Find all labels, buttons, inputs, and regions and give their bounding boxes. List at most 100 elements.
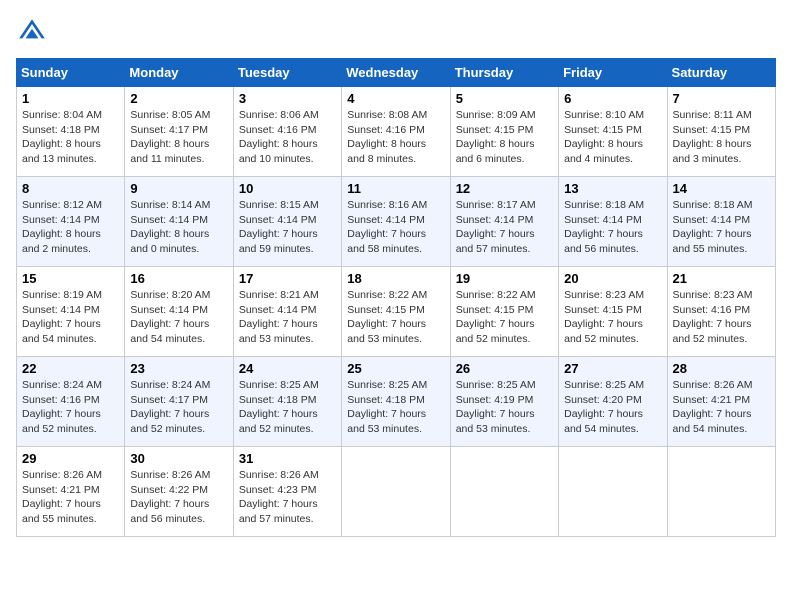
day-info: Sunrise: 8:10 AM Sunset: 4:15 PM Dayligh… — [564, 108, 661, 167]
calendar-cell: 4Sunrise: 8:08 AM Sunset: 4:16 PM Daylig… — [342, 87, 450, 177]
calendar-cell — [450, 447, 558, 537]
calendar-cell: 26 Sunrise: 8:25 AM Sunset: 4:19 PM Dayli… — [450, 357, 558, 447]
day-info: Sunrise: 8:11 AM Sunset: 4:15 PM Dayligh… — [673, 108, 770, 167]
week-row-2: 8 Sunrise: 8:12 AM Sunset: 4:14 PM Daylig… — [17, 177, 776, 267]
day-info: Sunrise: 8:18 AM Sunset: 4:14 PM Dayligh… — [564, 198, 661, 257]
day-info: Sunrise: 8:12 AM Sunset: 4:14 PM Dayligh… — [22, 198, 119, 257]
day-info: Sunrise: 8:20 AM Sunset: 4:14 PM Dayligh… — [130, 288, 227, 347]
calendar-cell: 22 Sunrise: 8:24 AM Sunset: 4:16 PM Dayli… — [17, 357, 125, 447]
calendar-cell: 24 Sunrise: 8:25 AM Sunset: 4:18 PM Dayli… — [233, 357, 341, 447]
page-header — [16, 16, 776, 48]
day-number: 10 — [239, 181, 336, 196]
day-number: 8 — [22, 181, 119, 196]
week-row-1: 1 Sunrise: 8:04 AM Sunset: 4:18 PM Daylig… — [17, 87, 776, 177]
calendar-cell — [342, 447, 450, 537]
day-info: Sunrise: 8:25 AM Sunset: 4:19 PM Dayligh… — [456, 378, 553, 437]
week-row-3: 15 Sunrise: 8:19 AM Sunset: 4:14 PM Dayli… — [17, 267, 776, 357]
calendar-cell: 25Sunrise: 8:25 AM Sunset: 4:18 PM Dayli… — [342, 357, 450, 447]
calendar-cell: 30 Sunrise: 8:26 AM Sunset: 4:22 PM Dayli… — [125, 447, 233, 537]
day-number: 15 — [22, 271, 119, 286]
day-header-friday: Friday — [559, 59, 667, 87]
day-info: Sunrise: 8:26 AM Sunset: 4:22 PM Dayligh… — [130, 468, 227, 527]
day-header-row: SundayMondayTuesdayWednesdayThursdayFrid… — [17, 59, 776, 87]
day-number: 24 — [239, 361, 336, 376]
day-number: 22 — [22, 361, 119, 376]
day-number: 3 — [239, 91, 336, 106]
day-number: 20 — [564, 271, 661, 286]
day-info: Sunrise: 8:19 AM Sunset: 4:14 PM Dayligh… — [22, 288, 119, 347]
day-number: 1 — [22, 91, 119, 106]
day-number: 2 — [130, 91, 227, 106]
calendar-cell: 7 Sunrise: 8:11 AM Sunset: 4:15 PM Daylig… — [667, 87, 775, 177]
day-number: 11 — [347, 181, 444, 196]
day-header-saturday: Saturday — [667, 59, 775, 87]
calendar-cell: 29 Sunrise: 8:26 AM Sunset: 4:21 PM Dayli… — [17, 447, 125, 537]
day-info: Sunrise: 8:16 AM Sunset: 4:14 PM Dayligh… — [347, 198, 444, 257]
day-info: Sunrise: 8:05 AM Sunset: 4:17 PM Dayligh… — [130, 108, 227, 167]
day-info: Sunrise: 8:26 AM Sunset: 4:21 PM Dayligh… — [673, 378, 770, 437]
day-info: Sunrise: 8:17 AM Sunset: 4:14 PM Dayligh… — [456, 198, 553, 257]
day-header-wednesday: Wednesday — [342, 59, 450, 87]
day-info: Sunrise: 8:04 AM Sunset: 4:18 PM Dayligh… — [22, 108, 119, 167]
day-number: 27 — [564, 361, 661, 376]
day-number: 6 — [564, 91, 661, 106]
calendar-cell — [559, 447, 667, 537]
calendar-cell: 14 Sunrise: 8:18 AM Sunset: 4:14 PM Dayli… — [667, 177, 775, 267]
day-info: Sunrise: 8:08 AM Sunset: 4:16 PM Dayligh… — [347, 108, 444, 167]
day-number: 13 — [564, 181, 661, 196]
calendar-cell — [667, 447, 775, 537]
day-info: Sunrise: 8:22 AM Sunset: 4:15 PM Dayligh… — [347, 288, 444, 347]
day-info: Sunrise: 8:23 AM Sunset: 4:16 PM Dayligh… — [673, 288, 770, 347]
day-number: 17 — [239, 271, 336, 286]
day-info: Sunrise: 8:09 AM Sunset: 4:15 PM Dayligh… — [456, 108, 553, 167]
day-info: Sunrise: 8:26 AM Sunset: 4:21 PM Dayligh… — [22, 468, 119, 527]
day-number: 7 — [673, 91, 770, 106]
day-info: Sunrise: 8:22 AM Sunset: 4:15 PM Dayligh… — [456, 288, 553, 347]
calendar-table: SundayMondayTuesdayWednesdayThursdayFrid… — [16, 58, 776, 537]
day-number: 31 — [239, 451, 336, 466]
calendar-cell: 18Sunrise: 8:22 AM Sunset: 4:15 PM Dayli… — [342, 267, 450, 357]
calendar-cell: 8 Sunrise: 8:12 AM Sunset: 4:14 PM Daylig… — [17, 177, 125, 267]
calendar-cell: 13 Sunrise: 8:18 AM Sunset: 4:14 PM Dayli… — [559, 177, 667, 267]
day-header-tuesday: Tuesday — [233, 59, 341, 87]
calendar-cell: 5Sunrise: 8:09 AM Sunset: 4:15 PM Daylig… — [450, 87, 558, 177]
week-row-5: 29 Sunrise: 8:26 AM Sunset: 4:21 PM Dayli… — [17, 447, 776, 537]
day-number: 26 — [456, 361, 553, 376]
day-number: 23 — [130, 361, 227, 376]
day-number: 25 — [347, 361, 444, 376]
day-info: Sunrise: 8:06 AM Sunset: 4:16 PM Dayligh… — [239, 108, 336, 167]
day-info: Sunrise: 8:25 AM Sunset: 4:20 PM Dayligh… — [564, 378, 661, 437]
calendar-cell: 9Sunrise: 8:14 AM Sunset: 4:14 PM Daylig… — [125, 177, 233, 267]
day-header-monday: Monday — [125, 59, 233, 87]
day-info: Sunrise: 8:18 AM Sunset: 4:14 PM Dayligh… — [673, 198, 770, 257]
day-number: 30 — [130, 451, 227, 466]
calendar-cell: 11 Sunrise: 8:16 AM Sunset: 4:14 PM Dayli… — [342, 177, 450, 267]
calendar-cell: 17 Sunrise: 8:21 AM Sunset: 4:14 PM Dayli… — [233, 267, 341, 357]
calendar-cell: 21Sunrise: 8:23 AM Sunset: 4:16 PM Dayli… — [667, 267, 775, 357]
calendar-cell: 3 Sunrise: 8:06 AM Sunset: 4:16 PM Daylig… — [233, 87, 341, 177]
logo-icon — [16, 16, 48, 48]
calendar-cell: 31 Sunrise: 8:26 AM Sunset: 4:23 PM Dayli… — [233, 447, 341, 537]
calendar-cell: 27 Sunrise: 8:25 AM Sunset: 4:20 PM Dayli… — [559, 357, 667, 447]
calendar-cell: 6 Sunrise: 8:10 AM Sunset: 4:15 PM Daylig… — [559, 87, 667, 177]
day-info: Sunrise: 8:24 AM Sunset: 4:17 PM Dayligh… — [130, 378, 227, 437]
day-number: 12 — [456, 181, 553, 196]
day-number: 16 — [130, 271, 227, 286]
day-number: 19 — [456, 271, 553, 286]
calendar-cell: 23 Sunrise: 8:24 AM Sunset: 4:17 PM Dayli… — [125, 357, 233, 447]
week-row-4: 22 Sunrise: 8:24 AM Sunset: 4:16 PM Dayli… — [17, 357, 776, 447]
day-header-sunday: Sunday — [17, 59, 125, 87]
calendar-cell: 20Sunrise: 8:23 AM Sunset: 4:15 PM Dayli… — [559, 267, 667, 357]
day-info: Sunrise: 8:14 AM Sunset: 4:14 PM Dayligh… — [130, 198, 227, 257]
calendar-cell: 12 Sunrise: 8:17 AM Sunset: 4:14 PM Dayli… — [450, 177, 558, 267]
day-info: Sunrise: 8:25 AM Sunset: 4:18 PM Dayligh… — [239, 378, 336, 437]
day-number: 14 — [673, 181, 770, 196]
day-info: Sunrise: 8:15 AM Sunset: 4:14 PM Dayligh… — [239, 198, 336, 257]
day-info: Sunrise: 8:21 AM Sunset: 4:14 PM Dayligh… — [239, 288, 336, 347]
day-header-thursday: Thursday — [450, 59, 558, 87]
day-info: Sunrise: 8:24 AM Sunset: 4:16 PM Dayligh… — [22, 378, 119, 437]
calendar-cell: 15 Sunrise: 8:19 AM Sunset: 4:14 PM Dayli… — [17, 267, 125, 357]
day-number: 29 — [22, 451, 119, 466]
calendar-cell: 28Sunrise: 8:26 AM Sunset: 4:21 PM Dayli… — [667, 357, 775, 447]
day-info: Sunrise: 8:26 AM Sunset: 4:23 PM Dayligh… — [239, 468, 336, 527]
